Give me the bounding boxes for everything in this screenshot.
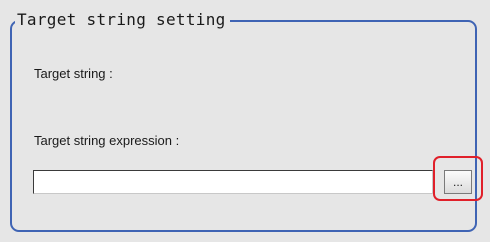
target-string-label: Target string : bbox=[34, 66, 113, 81]
browse-button[interactable]: ... bbox=[444, 170, 472, 194]
target-string-setting-panel: Target string setting Target string : Ta… bbox=[0, 0, 490, 242]
group-title: Target string setting bbox=[15, 9, 230, 31]
target-string-group-box bbox=[10, 20, 477, 232]
target-string-expression-label: Target string expression : bbox=[34, 133, 180, 148]
target-string-expression-input[interactable] bbox=[33, 170, 433, 194]
